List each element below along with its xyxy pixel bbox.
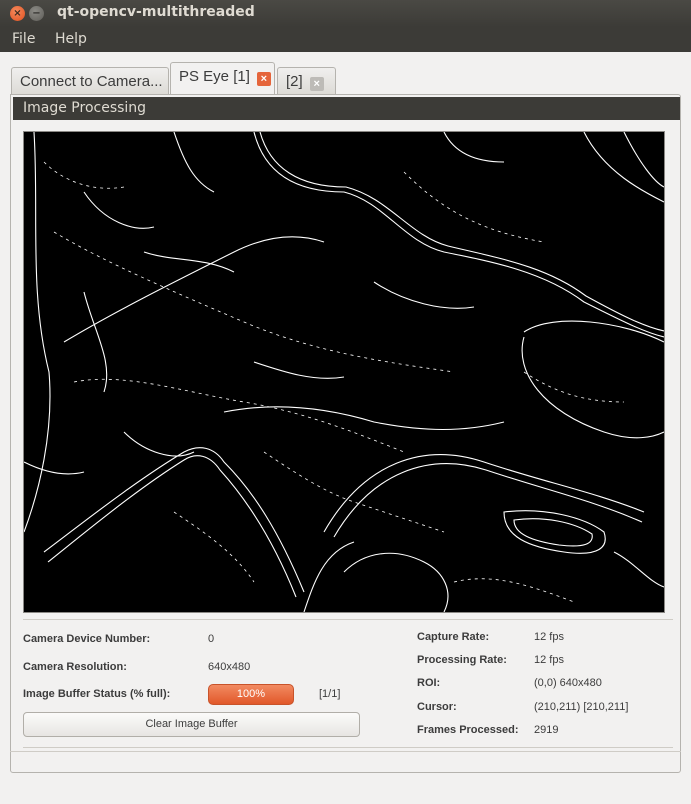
tab-ps-eye[interactable]: PS Eye [1] ×	[170, 62, 275, 94]
menu-help[interactable]: Help	[55, 31, 87, 47]
window-minimize-button[interactable]: −	[29, 6, 44, 21]
divider	[23, 619, 673, 620]
frames-processed-label: Frames Processed:	[417, 724, 519, 736]
close-icon: ×	[13, 8, 22, 19]
resolution-value: 640x480	[208, 661, 251, 673]
buffer-percent: 100%	[236, 688, 266, 700]
group-title: Image Processing	[23, 100, 147, 116]
device-number-value: 0	[208, 633, 215, 645]
title-bar: × − qt-opencv-multithreaded	[0, 0, 691, 27]
menu-bar: File Help	[0, 27, 691, 52]
tab-label: [2]	[286, 73, 303, 90]
tab-2[interactable]: [2] ×	[277, 67, 336, 95]
edge-image	[24, 132, 664, 612]
capture-rate-label: Capture Rate:	[417, 631, 490, 643]
tab-label: PS Eye [1]	[179, 68, 250, 85]
roi-value: (0,0) 640x480	[534, 677, 602, 689]
window-close-button[interactable]: ×	[10, 6, 25, 21]
group-header: Image Processing	[13, 97, 680, 120]
tab-label: Connect to Camera...	[20, 73, 163, 90]
buffer-count: [1/1]	[319, 688, 341, 700]
roi-label: ROI:	[417, 677, 441, 689]
camera-frame[interactable]	[23, 131, 665, 613]
clear-buffer-label: Clear Image Buffer	[145, 718, 238, 730]
close-icon[interactable]: ×	[256, 72, 271, 86]
clear-buffer-button[interactable]: Clear Image Buffer	[23, 712, 360, 737]
window-title: qt-opencv-multithreaded	[57, 4, 255, 20]
menu-file[interactable]: File	[12, 31, 35, 47]
tab-connect-to-camera[interactable]: Connect to Camera...	[11, 67, 169, 95]
minimize-icon: −	[32, 8, 41, 19]
cursor-value: (210,211) [210,211]	[534, 701, 629, 713]
processing-rate-value: 12 fps	[534, 654, 564, 666]
buffer-progress-bar: 100%	[208, 684, 294, 705]
tab-panel: Image Processing Camera Device Number: 0…	[10, 94, 681, 773]
frames-processed-value: 2919	[534, 724, 559, 736]
divider	[23, 747, 673, 748]
cursor-label: Cursor:	[417, 701, 457, 713]
buffer-status-label: Image Buffer Status (% full):	[23, 688, 171, 700]
capture-rate-value: 12 fps	[534, 631, 564, 643]
resolution-label: Camera Resolution:	[23, 661, 127, 673]
close-icon[interactable]: ×	[309, 77, 324, 91]
device-number-label: Camera Device Number:	[23, 633, 151, 645]
processing-rate-label: Processing Rate:	[417, 654, 507, 666]
status-bar	[10, 751, 681, 752]
